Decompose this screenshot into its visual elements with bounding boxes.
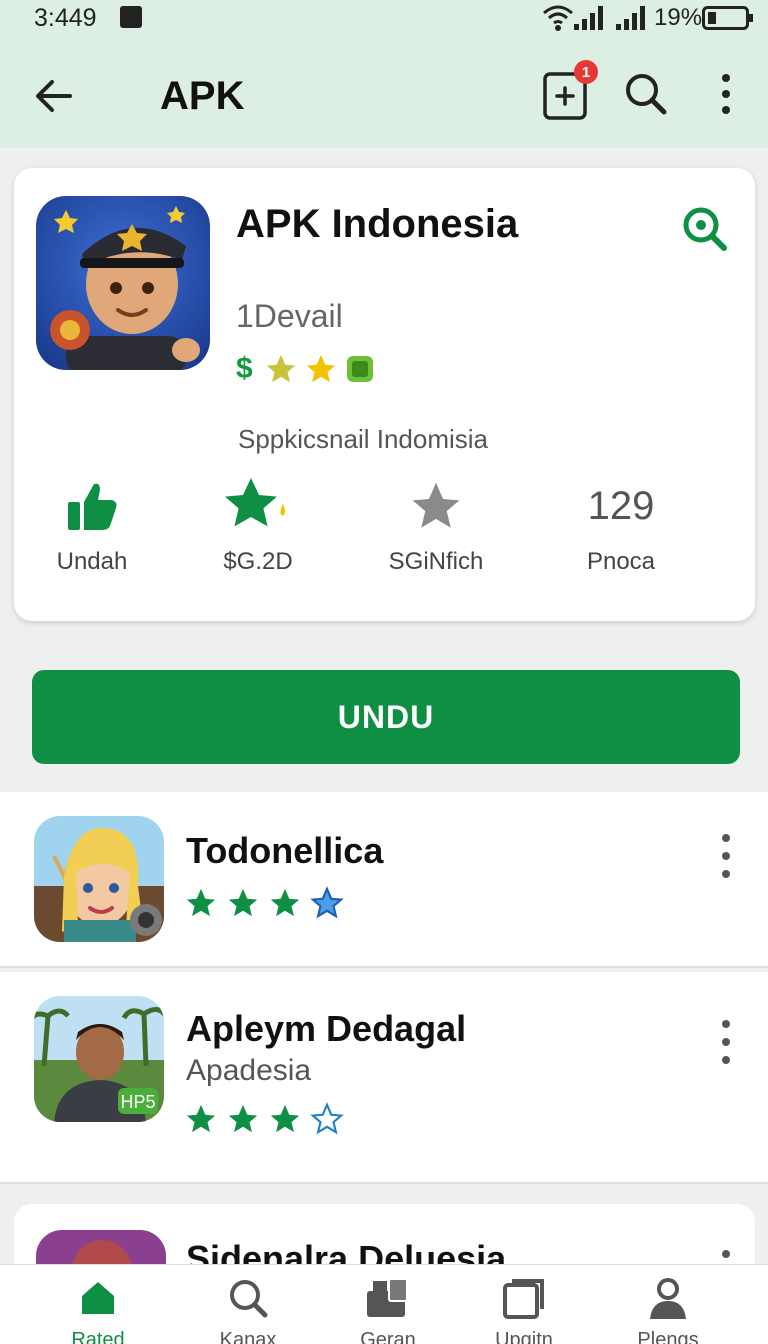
nav-item-plengs[interactable]: Plengs: [598, 1275, 738, 1344]
rating-stars: [184, 886, 344, 920]
stat-rating: $G.2D: [188, 476, 328, 576]
app-name: APK Indonesia: [236, 202, 519, 246]
signal-icon-2: [616, 6, 645, 30]
home-icon: [82, 1282, 114, 1314]
nav-label: Geran: [360, 1329, 416, 1344]
battery-percent: 19%: [654, 4, 703, 31]
app-icon[interactable]: [36, 196, 210, 370]
rating-stars: [184, 1102, 344, 1136]
list-item-icon-image: [34, 816, 164, 942]
editor-choice-icon: [346, 356, 373, 382]
list-item-icon: [34, 816, 164, 942]
stat-value: 129: [587, 484, 655, 528]
stat-label: $G.2D: [223, 548, 293, 575]
more-vert-icon[interactable]: [714, 70, 738, 118]
person-icon: [650, 1278, 686, 1319]
battery-icon: [702, 6, 753, 30]
list-item-badge: HP5: [120, 1092, 155, 1112]
star-icon: [270, 1104, 300, 1133]
search-icon[interactable]: [622, 70, 670, 118]
list-item-title: Apleym Dedagal: [186, 1008, 467, 1049]
price-icon: $: [236, 352, 253, 385]
star-outline-icon: [412, 482, 460, 528]
star-icon: [228, 888, 258, 917]
wifi-icon: [543, 5, 573, 31]
list-item[interactable]: HP5 Apleym Dedagal Apadesia: [0, 972, 768, 1184]
app-title: APK: [160, 74, 245, 118]
notification-icon: [120, 6, 142, 28]
window-icon: [503, 1279, 544, 1319]
more-vert-icon[interactable]: [714, 832, 738, 880]
apps-icon: [367, 1278, 408, 1317]
more-vert-icon[interactable]: [714, 1018, 738, 1066]
list-item-icon-image: HP5: [34, 996, 164, 1122]
nav-label: Upgitn: [495, 1329, 553, 1344]
stat-count: 129 Pnoca: [551, 476, 691, 576]
star-icon: [270, 888, 300, 917]
list-item-title: Todonellica: [186, 830, 384, 871]
list-item-icon: HP5: [34, 996, 164, 1122]
bottom-navigation: Rated Kanax Geran Upgitn Plengs: [0, 1264, 768, 1344]
star-outline-icon: [310, 1102, 344, 1135]
notification-badge: 1: [574, 60, 598, 84]
app-badges: $: [236, 352, 377, 386]
nav-label: Rated: [71, 1329, 125, 1344]
install-button[interactable]: UNDU: [32, 670, 740, 764]
app-caption: Sppkicsnail Indomisia: [238, 424, 489, 454]
top-bar: 3:449 19% APK 1: [0, 0, 768, 148]
search-icon: [230, 1280, 268, 1318]
star-icon: [186, 888, 216, 917]
app-icon-image: [36, 196, 210, 370]
app-detail-card: APK Indonesia 1Devail $ Sppkicsnail Indo…: [14, 168, 755, 621]
stat-downloads: Undah: [22, 476, 162, 576]
zoom-search-icon[interactable]: [680, 204, 730, 254]
nav-item-geran[interactable]: Geran: [318, 1275, 458, 1344]
nav-label: Kanax: [219, 1329, 277, 1344]
list-item-subtitle: Apadesia: [186, 1054, 312, 1087]
star-outline-icon: [310, 886, 344, 919]
star-icon: [186, 1104, 216, 1133]
back-arrow-icon: [36, 80, 72, 112]
back-button[interactable]: [30, 72, 78, 120]
list-item[interactable]: Todonellica: [0, 792, 768, 968]
nav-item-upgitn[interactable]: Upgitn: [454, 1275, 594, 1344]
signal-icon: [574, 6, 603, 30]
star-icon: [266, 354, 295, 383]
stat-category: SGiNfich: [366, 476, 506, 576]
app-bar: APK 1: [0, 48, 768, 144]
nav-label: Plengs: [637, 1329, 699, 1344]
stat-label: Pnoca: [586, 548, 656, 575]
thumbs-up-icon: [68, 483, 117, 530]
status-bar: 3:449 19%: [0, 0, 768, 40]
stat-label: Undah: [56, 548, 128, 575]
star-icon: [228, 1104, 258, 1133]
nav-item-rated[interactable]: Rated: [28, 1275, 168, 1344]
stat-label: SGiNfich: [388, 548, 484, 575]
nav-item-kanax[interactable]: Kanax: [178, 1275, 318, 1344]
app-developer: 1Devail: [236, 298, 343, 334]
star-icon: [225, 478, 285, 527]
star-icon: [306, 354, 335, 383]
status-time: 3:449: [34, 4, 97, 32]
